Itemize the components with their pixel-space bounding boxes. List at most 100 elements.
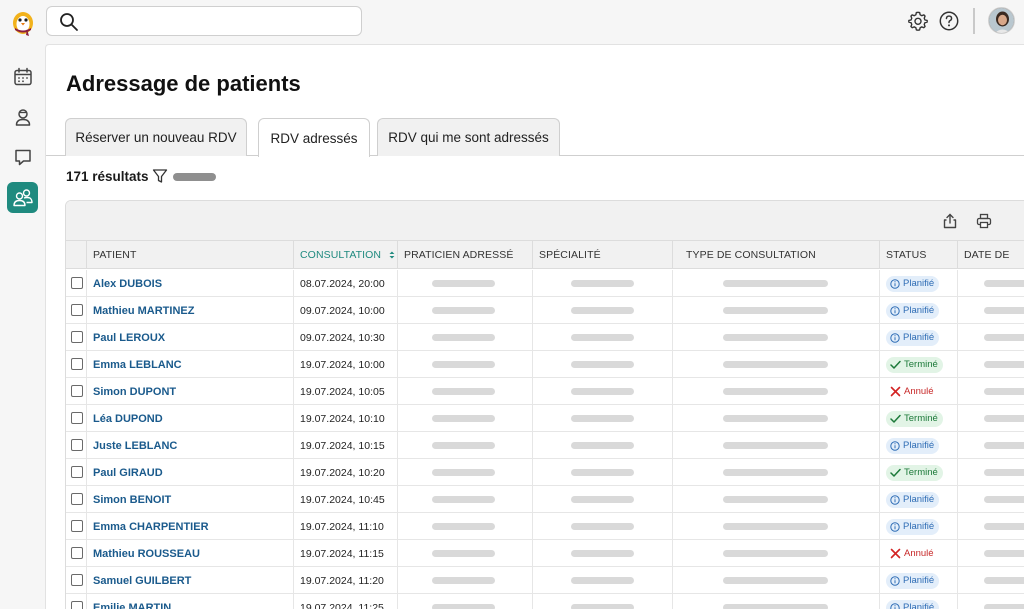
table-row[interactable]: Paul GIRAUD 19.07.2024, 10:20 Terminé [66, 459, 1024, 486]
table-row[interactable]: Juste LEBLANC 19.07.2024, 10:15 Planifié [66, 432, 1024, 459]
filter-icon[interactable] [152, 168, 168, 189]
patient-cell: Paul GIRAUD [86, 459, 293, 486]
search-input[interactable] [46, 6, 362, 36]
patient-name-link[interactable]: Emma CHARPENTIER [93, 521, 209, 533]
column-header-specialty[interactable]: SPÉCIALITÉ [532, 241, 672, 269]
top-bar [0, 0, 1024, 44]
placeholder-bar [723, 334, 828, 341]
status-cell: Planifié [879, 297, 957, 324]
row-checkbox[interactable] [71, 601, 83, 609]
table-header: PATIENT CONSULTATION PRATICIEN ADRESSÉ S… [66, 241, 1024, 269]
tab-appointments-referred-to-me[interactable]: RDV qui me sont adressés [377, 118, 560, 156]
patient-name-link[interactable]: Léa DUPOND [93, 413, 163, 425]
column-header-status[interactable]: STATUS [879, 241, 957, 269]
sidebar-item-referral[interactable] [7, 182, 38, 213]
placeholder-bar [984, 496, 1024, 503]
patient-name-link[interactable]: Emma LEBLANC [93, 359, 182, 371]
patient-name-link[interactable]: Simon BENOIT [93, 494, 171, 506]
date-cell [957, 432, 1024, 459]
placeholder-bar [723, 280, 828, 287]
check-icon [890, 468, 901, 477]
row-checkbox[interactable] [71, 520, 83, 532]
placeholder-bar [571, 604, 634, 609]
table-row[interactable]: Samuel GUILBERT 19.07.2024, 11:20 Planifié [66, 567, 1024, 594]
patient-cell: Emilie MARTIN [86, 594, 293, 609]
row-checkbox[interactable] [71, 304, 83, 316]
patient-name-link[interactable]: Mathieu MARTINEZ [93, 305, 194, 317]
patient-name-link[interactable]: Juste LEBLANC [93, 440, 177, 452]
patient-name-link[interactable]: Simon DUPONT [93, 386, 176, 398]
placeholder-bar [571, 334, 634, 341]
table-row[interactable]: Mathieu MARTINEZ 09.07.2024, 10:00 Planifi… [66, 297, 1024, 324]
consultation-type-cell [672, 540, 879, 567]
patient-name-link[interactable]: Alex DUBOIS [93, 278, 162, 290]
active-filter-chip[interactable] [173, 173, 216, 181]
column-header-referred-practitioner[interactable]: PRATICIEN ADRESSÉ [397, 241, 532, 269]
status-label: Planifié [903, 305, 935, 316]
column-header-consultation-type[interactable]: TYPE DE CONSULTATION [672, 241, 879, 269]
print-icon[interactable] [976, 213, 992, 234]
sidebar-item-messages[interactable] [7, 141, 38, 172]
placeholder-bar [723, 577, 828, 584]
placeholder-bar [984, 550, 1024, 557]
gear-icon[interactable] [907, 10, 929, 32]
table-row[interactable]: Léa DUPOND 19.07.2024, 10:10 Terminé [66, 405, 1024, 432]
table-row[interactable]: Paul LEROUX 09.07.2024, 10:30 Planifié [66, 324, 1024, 351]
row-select-cell [66, 432, 86, 459]
table-row[interactable]: Alex DUBOIS 08.07.2024, 20:00 Planifié [66, 270, 1024, 297]
header-select [66, 241, 86, 269]
placeholder-bar [984, 415, 1024, 422]
status-label: Terminé [904, 467, 938, 478]
tab-new-appointment[interactable]: Réserver un nouveau RDV [65, 118, 247, 156]
date-cell [957, 297, 1024, 324]
avatar[interactable] [988, 7, 1015, 34]
placeholder-bar [432, 523, 495, 530]
row-checkbox[interactable] [71, 385, 83, 397]
patient-name-link[interactable]: Paul GIRAUD [93, 467, 163, 479]
share-icon[interactable] [942, 213, 958, 234]
penguin-logo-icon[interactable] [9, 7, 37, 37]
calendar-icon [13, 67, 32, 85]
table-row[interactable]: Emilie MARTIN 19.07.2024, 11:25 Planifié [66, 594, 1024, 609]
patient-cell: Mathieu MARTINEZ [86, 297, 293, 324]
row-checkbox[interactable] [71, 412, 83, 424]
specialty-cell [532, 567, 672, 594]
row-checkbox[interactable] [71, 439, 83, 451]
table-row[interactable]: Simon DUPONT 19.07.2024, 10:05 Annulé [66, 378, 1024, 405]
sidebar-item-calendar[interactable] [7, 61, 38, 92]
row-checkbox[interactable] [71, 466, 83, 478]
referred-practitioner-cell [397, 513, 532, 540]
row-checkbox[interactable] [71, 277, 83, 289]
status-badge: Planifié [886, 329, 940, 346]
table-row[interactable]: Simon BENOIT 19.07.2024, 10:45 Planifié [66, 486, 1024, 513]
table-row[interactable]: Emma CHARPENTIER 19.07.2024, 11:10 Planifi… [66, 513, 1024, 540]
table-row[interactable]: Mathieu ROUSSEAU 19.07.2024, 11:15 Annulé [66, 540, 1024, 567]
row-select-cell [66, 297, 86, 324]
placeholder-bar [571, 496, 634, 503]
column-header-consultation[interactable]: CONSULTATION [293, 241, 397, 269]
patient-name-link[interactable]: Paul LEROUX [93, 332, 165, 344]
column-header-patient[interactable]: PATIENT [86, 241, 293, 269]
consultation-datetime: 19.07.2024, 10:15 [300, 439, 385, 452]
patient-name-link[interactable]: Mathieu ROUSSEAU [93, 548, 200, 560]
patient-name-link[interactable]: Samuel GUILBERT [93, 575, 191, 587]
patient-name-link[interactable]: Emilie MARTIN [93, 602, 171, 609]
tab-referred-appointments[interactable]: RDV adressés [258, 118, 370, 157]
row-checkbox[interactable] [71, 493, 83, 505]
table-row[interactable]: Emma LEBLANC 19.07.2024, 10:00 Terminé [66, 351, 1024, 378]
row-checkbox[interactable] [71, 358, 83, 370]
help-icon[interactable] [938, 10, 960, 32]
consultation-datetime: 19.07.2024, 11:25 [300, 601, 384, 609]
placeholder-bar [984, 307, 1024, 314]
consultation-cell: 19.07.2024, 11:15 [293, 540, 397, 567]
row-checkbox[interactable] [71, 574, 83, 586]
row-select-cell [66, 324, 86, 351]
sidebar-item-patients[interactable] [7, 101, 38, 132]
row-checkbox[interactable] [71, 331, 83, 343]
row-checkbox[interactable] [71, 547, 83, 559]
consultation-cell: 19.07.2024, 10:00 [293, 351, 397, 378]
status-label: Annulé [904, 548, 934, 559]
consultation-cell: 19.07.2024, 10:15 [293, 432, 397, 459]
column-header-date[interactable]: DATE DE [957, 241, 1024, 269]
placeholder-bar [432, 415, 495, 422]
